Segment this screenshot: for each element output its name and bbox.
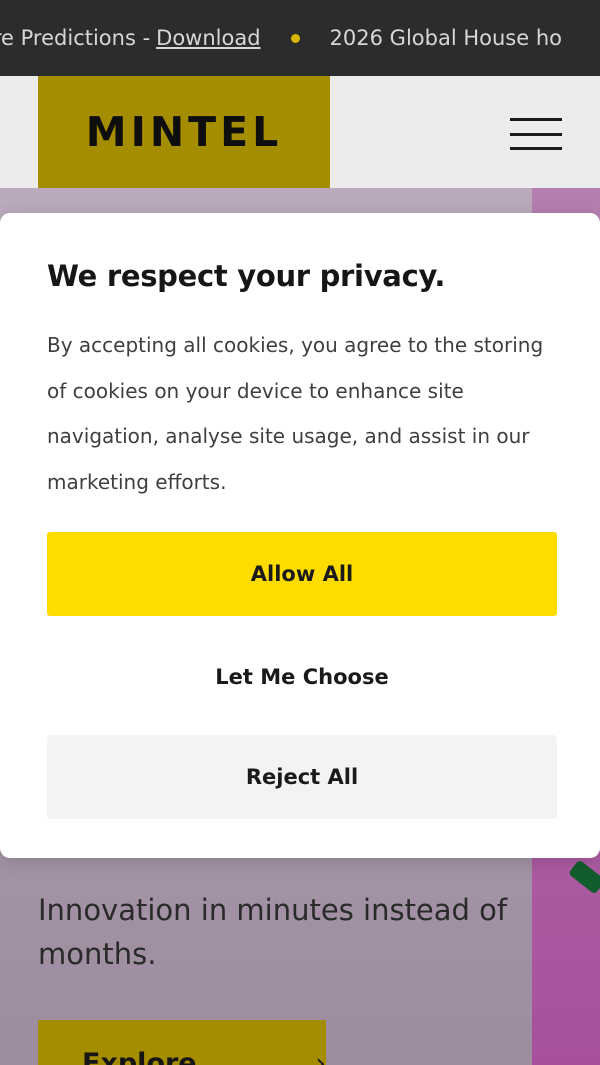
modal-title: We respect your privacy. (47, 259, 446, 293)
modal-body-text: By accepting all cookies, you agree to t… (47, 333, 544, 494)
let-me-choose-button[interactable]: Let Me Choose (47, 635, 557, 719)
chevron-right-icon: › (315, 1048, 326, 1065)
announcement-ticker: are Predictions - Download 2026 Global H… (0, 0, 600, 76)
allow-all-button[interactable]: Allow All (47, 532, 557, 616)
menu-line (510, 147, 562, 150)
hamburger-menu-icon[interactable] (510, 118, 562, 150)
menu-line (510, 118, 562, 121)
ticker-separator-dot (290, 33, 300, 43)
explore-button-label: Explore now (82, 1048, 197, 1065)
ticker-item-text: are Predictions - (0, 26, 151, 50)
page: are Predictions - Download 2026 Global H… (0, 0, 600, 1065)
site-header: MINTEL (0, 76, 600, 188)
explore-button[interactable]: Explore now › (38, 1020, 326, 1065)
logo-text: MINTEL (85, 108, 283, 156)
cookie-consent-modal: We respect your privacy. By accepting al… (0, 213, 600, 858)
menu-line (510, 132, 562, 136)
hero-tagline: Innovation in minutes instead of months. (38, 893, 508, 971)
ticker-item-text-2[interactable]: 2026 Global House ho (330, 0, 562, 76)
ticker-download-link[interactable]: Download (156, 0, 260, 76)
mintel-logo[interactable]: MINTEL (38, 76, 330, 188)
reject-all-button[interactable]: Reject All (47, 735, 557, 819)
